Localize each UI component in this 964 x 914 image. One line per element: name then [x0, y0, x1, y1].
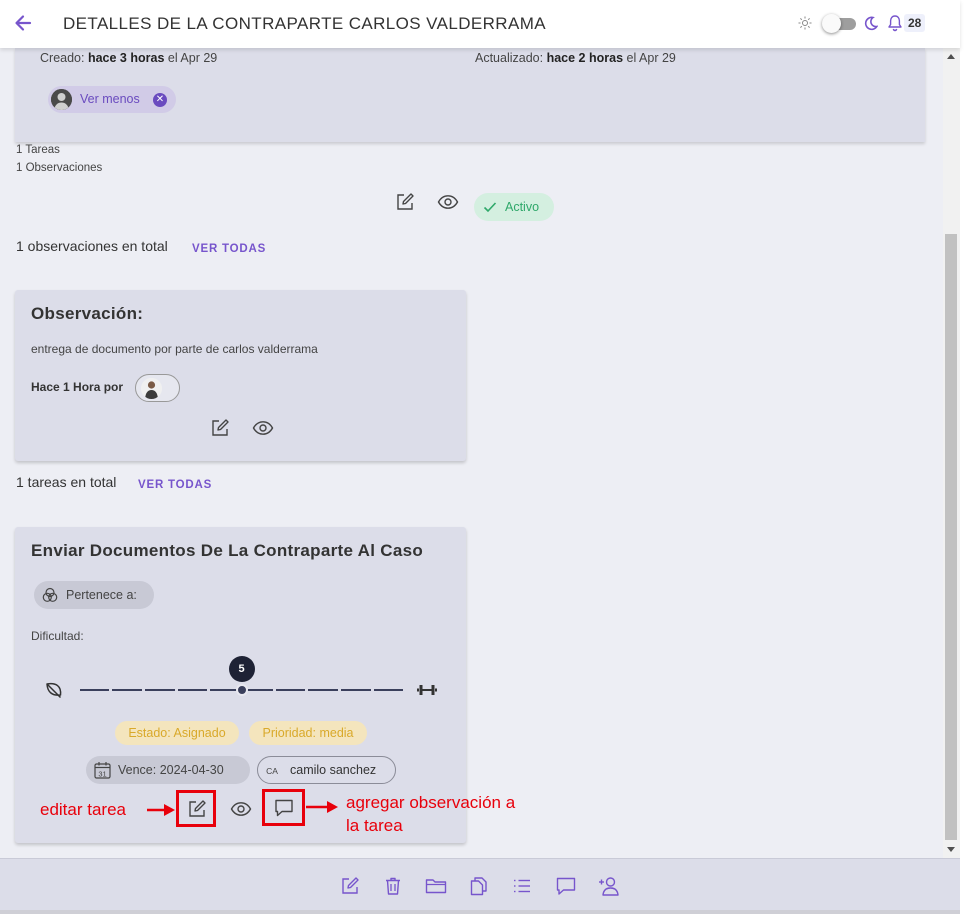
observation-text: entrega de documento por parte de carlos…: [31, 342, 318, 356]
edit-icon[interactable]: [395, 192, 415, 212]
observations-count: 1 Observaciones: [16, 162, 103, 174]
scroll-up-arrow[interactable]: [947, 54, 955, 59]
slider-step-segment: [112, 689, 142, 691]
check-icon: [483, 202, 497, 213]
due-date-chip: 31 Vence: 2024-04-30: [86, 756, 250, 784]
view-task-eye-icon[interactable]: [230, 799, 252, 819]
slider-step-segment: [275, 689, 306, 691]
pertenece-label: Pertenece a:: [66, 588, 137, 602]
prioridad-chip: Prioridad: media: [249, 721, 367, 745]
created-ago: hace 3 horas: [87, 51, 165, 65]
user-avatar-icon: [51, 89, 72, 110]
circles-icon: [42, 587, 58, 602]
view-observation-eye-icon[interactable]: [252, 418, 274, 438]
trash-icon[interactable]: [383, 876, 403, 896]
status-badge: Activo: [474, 193, 554, 221]
copy-icon[interactable]: [469, 876, 489, 896]
app-root: DETALLES DE LA CONTRAPARTE CARLOS VALDER…: [0, 0, 964, 914]
comment-icon[interactable]: [273, 798, 295, 818]
vertical-scrollbar[interactable]: [943, 48, 960, 858]
created-date: el Apr 29: [167, 51, 218, 65]
edit-icon[interactable]: [340, 876, 360, 896]
ver-todas-tareas-link[interactable]: VER TODAS: [138, 479, 212, 491]
slider-step-segment: [341, 689, 371, 691]
slider-step-segment: [79, 689, 110, 691]
assignee-chip[interactable]: CA camilo sanchez: [257, 756, 396, 784]
dumbbell-icon: [417, 685, 437, 695]
toggle-knob: [822, 14, 841, 33]
ver-todas-observaciones-link[interactable]: VER TODAS: [192, 243, 266, 255]
bottom-toolbar: [0, 858, 960, 910]
estado-chip: Estado: Asignado: [115, 721, 239, 745]
assignee-name: camilo sanchez: [290, 763, 377, 777]
sun-icon: [798, 16, 812, 30]
slider-step-segment: [308, 689, 339, 691]
difficulty-slider[interactable]: [78, 680, 405, 700]
slider-step-segment: [373, 689, 404, 691]
updated-date: el Apr 29: [626, 51, 676, 65]
edit-task-icon[interactable]: [187, 799, 207, 819]
created-label: Creado:: [40, 51, 85, 65]
eye-icon[interactable]: [437, 192, 459, 212]
window-right-border: [960, 0, 964, 914]
window-bottom-border: [0, 910, 964, 914]
add-user-icon[interactable]: [598, 876, 620, 896]
updated-ago: hace 2 horas: [546, 51, 624, 65]
assignee-initials: CA: [266, 766, 278, 776]
prioridad-label: Prioridad: media: [262, 726, 354, 740]
avatar: [51, 89, 72, 110]
edit-observation-icon[interactable]: [210, 418, 230, 438]
annotation-agregar-line2: la tarea: [346, 816, 403, 835]
task-title: Enviar Documentos De La Contraparte Al C…: [31, 541, 424, 560]
observation-author-chip[interactable]: [135, 374, 180, 402]
avatar: [141, 378, 162, 399]
arrow-right-icon: [147, 804, 175, 816]
created-info: Creado: hace 3 horas el Apr 29: [40, 51, 217, 65]
comment-icon[interactable]: [555, 876, 577, 896]
estado-label: Estado: Asignado: [128, 726, 226, 740]
difficulty-value-bubble: 5: [228, 656, 255, 682]
page-title: DETALLES DE LA CONTRAPARTE CARLOS VALDER…: [63, 14, 547, 33]
difficulty-label: Dificultad:: [31, 629, 84, 643]
ver-menos-chip[interactable]: Ver menos ✕: [48, 86, 176, 113]
tasks-count: 1 Tareas: [16, 144, 60, 156]
observation-author-label: Hace 1 Hora por: [31, 380, 124, 394]
close-icon[interactable]: ✕: [153, 93, 167, 107]
status-label: Activo: [505, 200, 540, 214]
annotation-agregar-line1: agregar observación a: [346, 793, 516, 812]
calendar-day: 31: [98, 769, 106, 778]
list-icon[interactable]: [512, 876, 532, 896]
observations-total: 1 observaciones en total: [16, 238, 168, 254]
scroll-down-arrow[interactable]: [947, 847, 955, 852]
slider-step-segment: [177, 689, 208, 691]
bell-icon[interactable]: [887, 14, 903, 32]
back-arrow-icon[interactable]: [12, 12, 34, 34]
notification-count-badge[interactable]: 28: [904, 14, 926, 32]
theme-toggle[interactable]: [822, 14, 856, 33]
observation-title: Observación:: [31, 304, 144, 323]
updated-label: Actualizado:: [475, 51, 544, 65]
calendar-icon: 31: [94, 762, 111, 779]
annotation-editar: editar tarea: [40, 800, 126, 819]
scroll-thumb[interactable]: [945, 234, 957, 840]
slider-thumb[interactable]: [235, 684, 248, 696]
arrow-right-icon: [306, 801, 338, 813]
leaf-icon: [46, 682, 62, 699]
updated-info: Actualizado: hace 2 horas el Apr 29: [475, 51, 676, 65]
person-photo-icon: [141, 378, 162, 399]
moon-icon: [864, 16, 878, 31]
slider-step-segment: [144, 689, 175, 691]
folder-icon[interactable]: [425, 876, 447, 896]
tasks-total: 1 tareas en total: [16, 474, 117, 490]
pertenece-chip[interactable]: Pertenece a:: [34, 581, 154, 609]
top-app-bar: DETALLES DE LA CONTRAPARTE CARLOS VALDER…: [0, 0, 960, 48]
due-date-label: Vence: 2024-04-30: [118, 763, 224, 777]
ver-menos-label: Ver menos: [80, 92, 140, 106]
